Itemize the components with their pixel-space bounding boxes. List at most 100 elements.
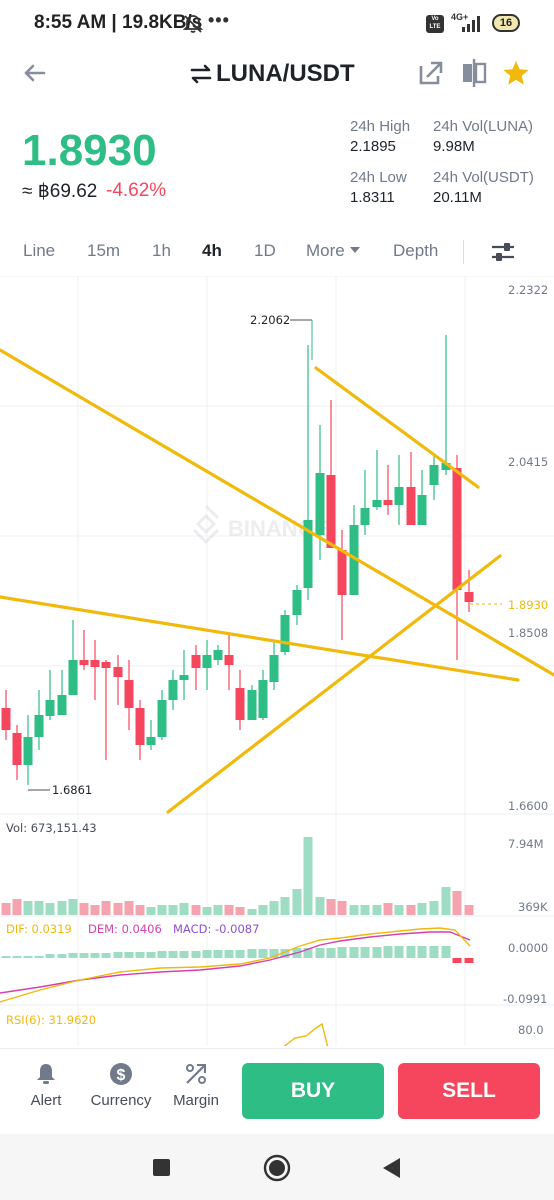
volume-bar: [337, 901, 347, 915]
home-icon[interactable]: [262, 1153, 292, 1183]
dif-line: [0, 927, 471, 1003]
recents-icon[interactable]: [153, 1159, 170, 1176]
volume-bar: [224, 905, 234, 915]
caret-down-icon: [350, 247, 361, 253]
volume-axis-label: 369K: [518, 900, 548, 914]
volume-bar: [34, 901, 44, 915]
tab-depth[interactable]: Depth: [393, 241, 438, 261]
candle: [417, 470, 427, 525]
candle: [429, 455, 439, 500]
candle: [383, 465, 393, 515]
volume-bar: [372, 905, 382, 915]
tab-more[interactable]: More: [306, 241, 361, 261]
candles: [1, 335, 474, 785]
volume-bar: [452, 891, 462, 915]
candle: [202, 640, 212, 690]
macd-bar: [429, 946, 439, 958]
macd-bar: [124, 952, 134, 958]
volume-bar: [247, 909, 257, 915]
pair-title[interactable]: LUNA/USDT: [216, 60, 355, 88]
macd-bar: [258, 949, 268, 958]
candle: [113, 655, 123, 705]
tab-line[interactable]: Line: [23, 241, 55, 261]
status-bar: 8:55 AM | 19.8KB/s ••• Vo LTE 4G+ 16: [0, 0, 554, 48]
macd-bar: [452, 958, 462, 963]
volume-bar: [315, 897, 325, 915]
macd-bar: [224, 950, 234, 958]
macd-bar: [441, 946, 451, 958]
candle: [349, 505, 359, 595]
status-time: 8:55 AM | 19.8KB/s: [34, 12, 203, 33]
volume-bar: [135, 905, 145, 915]
sell-button[interactable]: SELL: [398, 1063, 540, 1119]
volume-bar: [280, 897, 290, 915]
macd-bar: [179, 951, 189, 958]
macd-bar: [23, 956, 33, 958]
trend-line-support: [166, 554, 502, 814]
macd-bar: [372, 947, 382, 958]
macd-bar: [191, 951, 201, 958]
margin-button[interactable]: Margin: [156, 1061, 236, 1109]
volume-bar: [394, 905, 404, 915]
vol-base-value: 9.98M: [433, 138, 475, 155]
more-notifications-icon: •••: [208, 10, 230, 30]
candle: [101, 660, 111, 760]
volume-bar: [191, 905, 201, 915]
volume-bar: [23, 901, 33, 915]
candle: [280, 610, 290, 655]
dem-line: [0, 931, 471, 994]
volume-bars: [1, 837, 474, 915]
indicator-settings-icon[interactable]: [490, 240, 516, 264]
candlestick-chart[interactable]: BINANCE 2.2322 2.0415 1.8930 1.8508 1.66…: [0, 276, 554, 1046]
tab-15m[interactable]: 15m: [87, 241, 120, 261]
candle: [168, 670, 178, 710]
favorite-star-icon[interactable]: [502, 60, 530, 86]
trend-line-wedge-top: [314, 366, 480, 489]
rsi-axis-label: 80.0: [518, 1023, 544, 1037]
trade-bar: Alert $ Currency Margin BUY SELL: [0, 1048, 554, 1135]
price-axis-label: 2.0415: [508, 455, 548, 469]
currency-label: Currency: [90, 1092, 152, 1109]
price-axis-label: 1.8508: [508, 626, 548, 640]
volume-bar: [349, 905, 359, 915]
chart-layout-icon[interactable]: [460, 58, 488, 88]
volume-bar: [202, 907, 212, 915]
macd-bar: [90, 953, 100, 958]
macd-bar: [394, 946, 404, 958]
candle: [326, 400, 336, 548]
candle: [1, 690, 11, 740]
buy-button[interactable]: BUY: [242, 1063, 384, 1119]
candle: [124, 660, 134, 730]
back-arrow-icon[interactable]: [22, 62, 48, 84]
macd-bar: [326, 948, 336, 958]
tab-1d[interactable]: 1D: [254, 241, 276, 261]
macd-dem-label: DEM: 0.0406: [88, 922, 162, 936]
macd-bar: [101, 953, 111, 958]
tab-4h[interactable]: 4h: [202, 241, 222, 261]
swap-pair-icon[interactable]: [190, 64, 212, 84]
candle: [45, 670, 55, 720]
candle: [235, 670, 245, 730]
currency-button[interactable]: $ Currency: [81, 1061, 161, 1109]
macd-bar: [337, 947, 347, 958]
tab-1h[interactable]: 1h: [152, 241, 171, 261]
bell-icon: [37, 1064, 55, 1084]
volume-axis-label: 7.94M: [508, 837, 544, 851]
candle: [90, 640, 100, 700]
share-icon[interactable]: [418, 60, 444, 86]
macd-bar: [12, 956, 22, 958]
low-marker: 1.6861: [28, 783, 92, 797]
margin-label: Margin: [173, 1092, 219, 1109]
volume-bar: [326, 899, 336, 915]
volume-bar: [303, 837, 313, 915]
back-triangle-icon[interactable]: [380, 1156, 402, 1180]
alert-label: Alert: [30, 1092, 62, 1109]
volume-bar: [179, 903, 189, 915]
top-nav: LUNA/USDT: [0, 48, 554, 104]
macd-bar: [113, 952, 123, 958]
volume-bar: [57, 901, 67, 915]
tab-divider: [463, 240, 464, 264]
volume-bar: [157, 905, 167, 915]
candle: [79, 630, 89, 670]
alert-button[interactable]: Alert: [6, 1061, 86, 1109]
